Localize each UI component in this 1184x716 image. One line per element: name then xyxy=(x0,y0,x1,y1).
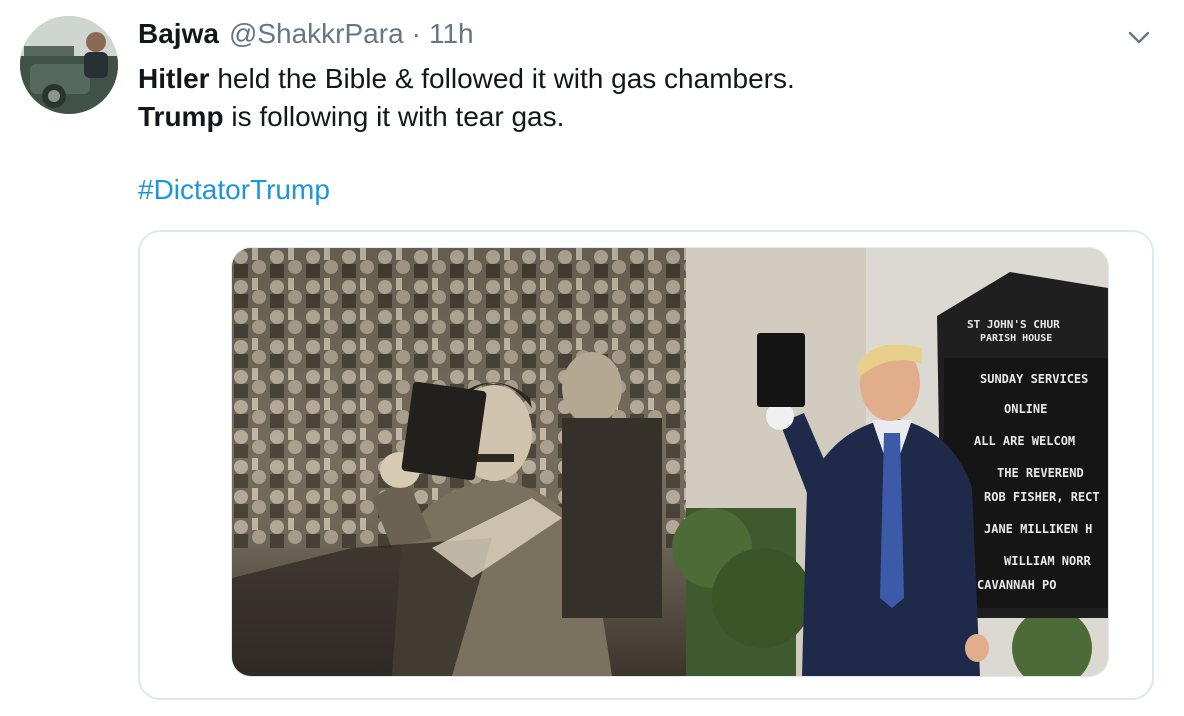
line-text: held the Bible & followed it with gas ch… xyxy=(209,63,795,94)
avatar[interactable] xyxy=(20,16,118,114)
separator-dot: · xyxy=(411,18,421,49)
timestamp[interactable]: 11h xyxy=(429,18,474,50)
tweet-header: Bajwa @ShakkrPara · 11h xyxy=(138,18,474,54)
sign-line: WILLIAM NORR xyxy=(1004,554,1091,568)
author-handle[interactable]: @ShakkrPara xyxy=(229,18,404,50)
sign-line: ONLINE xyxy=(1004,402,1047,416)
hashtag-link[interactable]: #DictatorTrump xyxy=(138,174,330,206)
bold-word: Hitler xyxy=(138,63,210,94)
tweet: Bajwa @ShakkrPara · 11h Hitler held the … xyxy=(0,0,1184,716)
tweet-line-1: Hitler held the Bible & followed it with… xyxy=(138,60,795,98)
chevron-down-icon[interactable] xyxy=(1124,22,1154,52)
line-text: is following it with tear gas. xyxy=(223,101,565,132)
author-name[interactable]: Bajwa xyxy=(138,18,219,50)
sign-line: THE REVEREND xyxy=(997,466,1084,480)
tweet-text: Hitler held the Bible & followed it with… xyxy=(138,60,795,136)
right-photo: ST JOHN'S CHUR PARISH HOUSE SUNDAY SERVI… xyxy=(672,248,1108,676)
tweet-photo[interactable]: ST JOHN'S CHUR PARISH HOUSE SUNDAY SERVI… xyxy=(231,247,1109,677)
sign-line: CAVANNAH PO xyxy=(977,578,1056,592)
sign-line: ALL ARE WELCOM xyxy=(974,434,1075,448)
sign-line: ROB FISHER, RECT xyxy=(984,490,1100,504)
bold-word: Trump xyxy=(138,101,224,132)
sign-line: SUNDAY SERVICES xyxy=(980,372,1088,386)
avatar-image xyxy=(20,16,118,114)
left-photo xyxy=(232,248,686,676)
sign-line: JANE MILLIKEN H xyxy=(984,522,1092,536)
photo-collage: ST JOHN'S CHUR PARISH HOUSE SUNDAY SERVI… xyxy=(232,248,1108,676)
tweet-line-2: Trump is following it with tear gas. xyxy=(138,98,795,136)
sign-line: ST JOHN'S CHUR xyxy=(967,318,1060,331)
sign-line: PARISH HOUSE xyxy=(980,333,1052,344)
